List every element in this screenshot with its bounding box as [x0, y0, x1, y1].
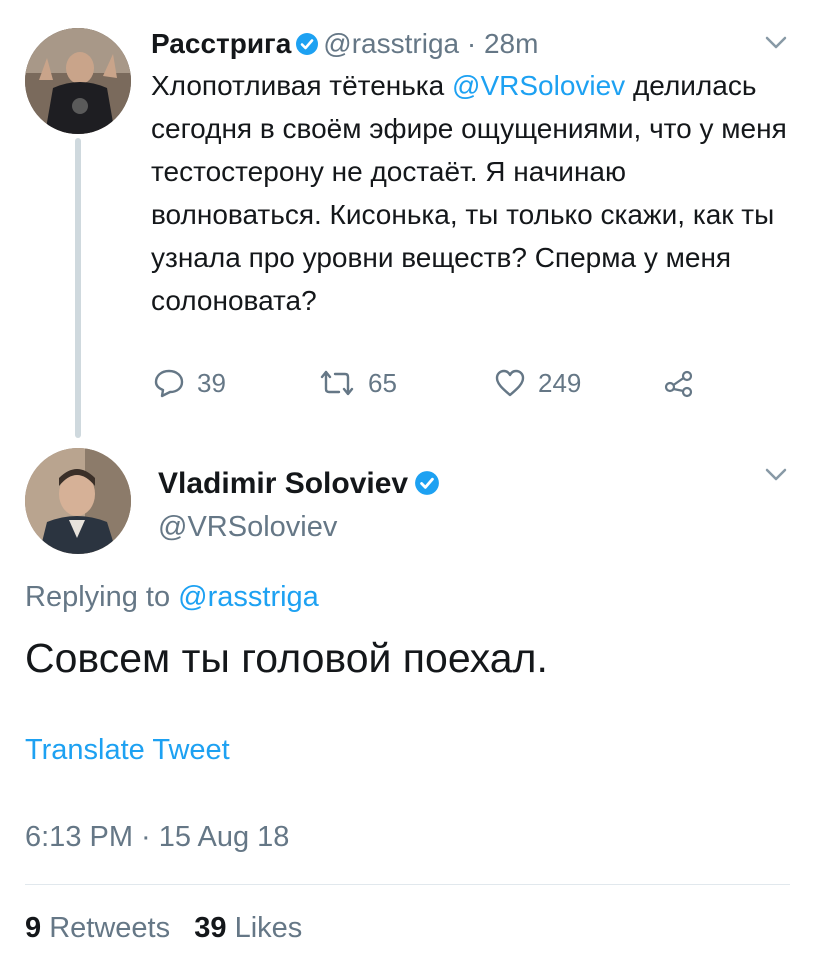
verified-badge-icon [415, 471, 440, 495]
avatar[interactable] [25, 448, 131, 554]
retweet-count: 65 [368, 367, 397, 398]
tweet2-header: Vladimir Soloviev [158, 466, 444, 502]
avatar[interactable] [25, 28, 131, 134]
reply-button[interactable]: 39 [153, 366, 226, 400]
separator-dot: · [466, 28, 477, 59]
reply-icon [154, 369, 184, 398]
share-icon [664, 370, 693, 398]
reply-count: 39 [197, 367, 226, 398]
retweets-label: Retweets [49, 912, 171, 944]
divider [25, 884, 790, 885]
share-button[interactable] [663, 366, 707, 400]
tweet2-text: Совсем ты головой поехал. [25, 635, 548, 681]
tweet-text: делилась сегодня в своём эфире ощущениям… [151, 70, 787, 316]
retweet-icon [320, 370, 354, 396]
retweets-count: 9 [25, 912, 42, 944]
chevron-down-icon[interactable] [765, 36, 787, 50]
thread-connector-line [75, 138, 81, 438]
tweet-text: Хлопотливая тётенька [151, 70, 453, 101]
like-button[interactable]: 249 [494, 366, 581, 400]
mention-link[interactable]: @VRSoloviev [452, 70, 625, 101]
likes-count: 39 [194, 912, 227, 944]
tweet-time[interactable]: 28m [484, 28, 538, 59]
replying-to: Replying to @rasstriga [25, 580, 319, 614]
tweet-timestamp: 6:13 PM · 15 Aug 18 [25, 821, 290, 853]
tweet1-header: Расстрига @rasstriga · 28m [151, 27, 538, 61]
author-name[interactable]: Расстрига [151, 28, 291, 59]
author-handle[interactable]: @rasstriga [323, 28, 459, 59]
replying-label: Replying to [25, 581, 179, 613]
verified-badge-icon [296, 33, 319, 55]
retweet-button[interactable]: 65 [318, 366, 397, 400]
tweet1-text: Хлопотливая тётенька @VRSoloviev делилас… [151, 64, 801, 322]
likes-label: Likes [234, 912, 303, 944]
like-icon [495, 369, 525, 397]
author-handle[interactable]: @VRSoloviev [158, 510, 337, 544]
author-name[interactable]: Vladimir Soloviev [158, 467, 408, 500]
mention-link[interactable]: @rasstriga [178, 581, 319, 613]
like-count: 249 [538, 367, 582, 398]
engagement-stats: 9 Retweets 39 Likes [25, 910, 302, 946]
translate-tweet-link[interactable]: Translate Tweet [25, 733, 230, 767]
likes-stat[interactable]: 39 Likes [194, 912, 302, 944]
retweets-stat[interactable]: 9 Retweets [25, 912, 170, 944]
chevron-down-icon[interactable] [765, 468, 787, 482]
